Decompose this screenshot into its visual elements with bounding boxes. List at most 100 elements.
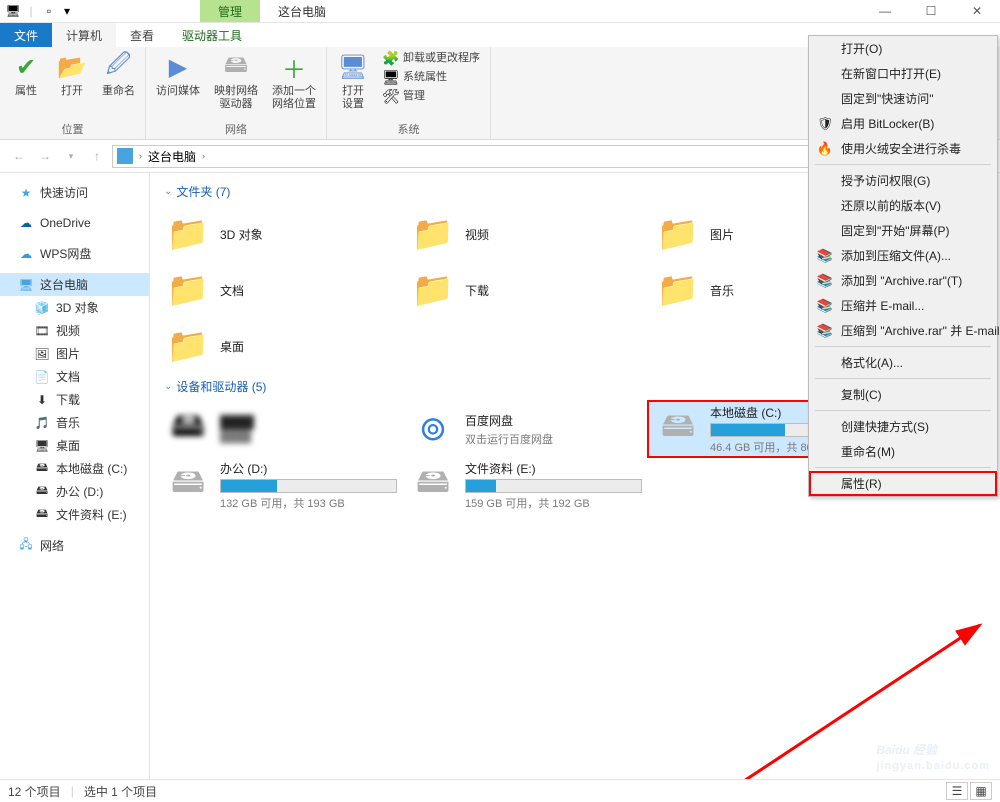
menu-item[interactable]: 创建快捷方式(S) xyxy=(809,414,997,439)
drive-item[interactable]: ⊚百度网盘双击运行百度网盘 xyxy=(403,401,648,457)
breadcrumb-separator[interactable]: › xyxy=(139,151,142,161)
menu-item[interactable]: 打开(O) xyxy=(809,36,997,61)
folder-icon[interactable]: ▫ xyxy=(42,4,56,18)
item-icon: 📄 xyxy=(34,369,50,385)
view-details-button[interactable]: ☰ xyxy=(946,782,968,800)
btn-add-network-location[interactable]: ＋添加一个 网络位置 xyxy=(268,49,320,113)
menu-item-icon xyxy=(817,355,833,371)
drive-name: 文件资料 (E:) xyxy=(465,460,642,477)
nav-up[interactable]: ↑ xyxy=(86,145,108,167)
menu-item[interactable]: 📚添加到 "Archive.rar"(T) xyxy=(809,268,997,293)
menu-item[interactable]: 📚压缩到 "Archive.rar" 并 E-mail xyxy=(809,318,997,343)
menu-item-icon xyxy=(817,444,833,460)
drive-free: 159 GB 可用，共 192 GB xyxy=(465,495,642,511)
menu-item[interactable]: 格式化(A)... xyxy=(809,350,997,375)
sidebar-item-child[interactable]: 🎞视频 xyxy=(0,319,149,342)
watermark: Baidu 经验 jingyan.baidu.com xyxy=(876,734,990,772)
drive-sub: 双击运行百度网盘 xyxy=(465,431,642,447)
folder-item[interactable]: 📁桌面 xyxy=(158,318,403,374)
ribbon-group-network: ▶访问媒体 🖴映射网络 驱动器 ＋添加一个 网络位置 网络 xyxy=(146,47,327,139)
contextual-tab-manage[interactable]: 管理 xyxy=(200,0,260,22)
sidebar-item-network[interactable]: 🖧网络 xyxy=(0,534,149,557)
drive-item[interactable]: 🖴办公 (D:)132 GB 可用，共 193 GB xyxy=(158,457,403,513)
menu-item[interactable]: 📚添加到压缩文件(A)... xyxy=(809,243,997,268)
sidebar-item-child[interactable]: 🎵音乐 xyxy=(0,411,149,434)
nav-forward[interactable]: → xyxy=(34,145,56,167)
menu-item-label: 固定到"开始"屏幕(P) xyxy=(841,222,950,239)
menu-item-icon xyxy=(817,91,833,107)
sidebar-item-child[interactable]: 🖴办公 (D:) xyxy=(0,480,149,503)
btn-manage[interactable]: 🛠管理 xyxy=(379,87,484,105)
menu-item[interactable]: 🛡启用 BitLocker(B) xyxy=(809,111,997,136)
minimize-button[interactable]: — xyxy=(862,0,908,23)
btn-open[interactable]: 📂打开 xyxy=(52,49,92,100)
menu-item-label: 使用火绒安全进行杀毒 xyxy=(841,140,961,157)
folder-item[interactable]: 📁文档 xyxy=(158,262,403,318)
label: 办公 (D:) xyxy=(56,483,103,500)
tab-drive-tools[interactable]: 驱动器工具 xyxy=(168,23,256,47)
btn-properties[interactable]: ✔属性 xyxy=(6,49,46,100)
context-menu: 打开(O)在新窗口中打开(E)固定到"快速访问"🛡启用 BitLocker(B)… xyxy=(808,35,998,497)
menu-item-label: 压缩并 E-mail... xyxy=(841,297,924,314)
menu-item-icon xyxy=(817,41,833,57)
label: 快速访问 xyxy=(40,184,88,201)
sidebar-item-child[interactable]: 🖴文件资料 (E:) xyxy=(0,503,149,526)
view-icons-button[interactable]: ▦ xyxy=(970,782,992,800)
nav-history-dropdown[interactable]: ▾ xyxy=(60,145,82,167)
folder-icon: 📁 xyxy=(164,212,212,256)
item-icon: 🎞 xyxy=(34,323,50,339)
drive-icon: 🖴 xyxy=(409,463,457,507)
folder-item[interactable]: 📁3D 对象 xyxy=(158,206,403,262)
btn-uninstall[interactable]: 🧩卸载或更改程序 xyxy=(379,49,484,67)
menu-item-icon xyxy=(817,66,833,82)
tab-view[interactable]: 查看 xyxy=(116,23,168,47)
qat-sep: | xyxy=(24,4,38,18)
menu-item[interactable]: 属性(R) xyxy=(809,471,997,496)
sidebar-item-child[interactable]: 🧊3D 对象 xyxy=(0,296,149,319)
sidebar-item-child[interactable]: 🖼图片 xyxy=(0,342,149,365)
label: 本地磁盘 (C:) xyxy=(56,460,127,477)
folder-name: 桌面 xyxy=(220,338,397,355)
btn-open-settings[interactable]: 🖥打开 设置 xyxy=(333,49,373,113)
tab-file[interactable]: 文件 xyxy=(0,23,52,47)
btn-rename[interactable]: 🖉重命名 xyxy=(98,49,139,100)
close-button[interactable]: ✕ xyxy=(954,0,1000,23)
btn-system-properties[interactable]: 🖥系统属性 xyxy=(379,68,484,86)
drive-item[interactable]: 🖴 文件资料 (E:) 159 GB 可用，共 192 GB xyxy=(403,457,648,513)
qat-dropdown[interactable]: ▾ xyxy=(60,4,74,18)
btn-access-media[interactable]: ▶访问媒体 xyxy=(152,49,204,100)
nav-back[interactable]: ← xyxy=(8,145,30,167)
menu-item[interactable]: 固定到"快速访问" xyxy=(809,86,997,111)
menu-separator xyxy=(815,410,991,411)
menu-item-icon xyxy=(817,476,833,492)
menu-item[interactable]: 🔥使用火绒安全进行杀毒 xyxy=(809,136,997,161)
menu-item[interactable]: 在新窗口中打开(E) xyxy=(809,61,997,86)
sidebar-item-onedrive[interactable]: ☁OneDrive xyxy=(0,212,149,234)
sidebar-item-wps[interactable]: ☁WPS网盘 xyxy=(0,242,149,265)
menu-item[interactable]: 重命名(M) xyxy=(809,439,997,464)
breadcrumb-separator[interactable]: › xyxy=(202,151,205,161)
sidebar-item-child[interactable]: 🖥桌面 xyxy=(0,434,149,457)
menu-item-label: 启用 BitLocker(B) xyxy=(841,115,934,132)
tab-computer[interactable]: 计算机 xyxy=(52,23,116,47)
breadcrumb-item[interactable]: 这台电脑 xyxy=(148,148,196,165)
item-icon: ⬇ xyxy=(34,392,50,408)
sidebar-item-child[interactable]: ⬇下载 xyxy=(0,388,149,411)
menu-item[interactable]: 授予访问权限(G) xyxy=(809,168,997,193)
menu-item-icon xyxy=(817,173,833,189)
sidebar-item-child[interactable]: 🖴本地磁盘 (C:) xyxy=(0,457,149,480)
menu-item[interactable]: 复制(C) xyxy=(809,382,997,407)
menu-item[interactable]: 📚压缩并 E-mail... xyxy=(809,293,997,318)
btn-map-drive[interactable]: 🖴映射网络 驱动器 xyxy=(210,49,262,113)
folder-item[interactable]: 📁视频 xyxy=(403,206,648,262)
folder-item[interactable]: 📁下载 xyxy=(403,262,648,318)
menu-item-label: 复制(C) xyxy=(841,386,882,403)
sidebar-item-quick-access[interactable]: ★快速访问 xyxy=(0,181,149,204)
sidebar-item-thispc[interactable]: 🖥这台电脑 xyxy=(0,273,149,296)
menu-item[interactable]: 还原以前的版本(V) xyxy=(809,193,997,218)
sidebar-item-child[interactable]: 📄文档 xyxy=(0,365,149,388)
menu-item-label: 属性(R) xyxy=(841,475,882,492)
maximize-button[interactable]: ☐ xyxy=(908,0,954,23)
drive-item[interactable]: 🖴████████ xyxy=(158,401,403,457)
menu-item[interactable]: 固定到"开始"屏幕(P) xyxy=(809,218,997,243)
